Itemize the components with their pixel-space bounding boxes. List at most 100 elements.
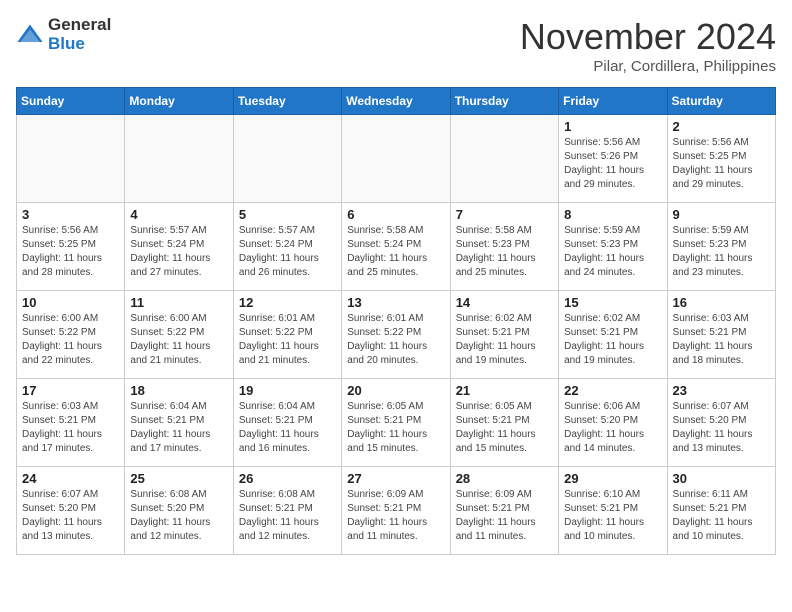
logo-text: General Blue — [48, 16, 111, 53]
calendar-cell: 5 Sunrise: 5:57 AM Sunset: 5:24 PM Daylig… — [233, 203, 341, 291]
calendar-cell: 2 Sunrise: 5:56 AM Sunset: 5:25 PM Daylig… — [667, 115, 775, 203]
calendar-cell: 10Sunrise: 6:00 AM Sunset: 5:22 PM Dayli… — [17, 291, 125, 379]
day-number: 12 — [239, 295, 336, 310]
calendar-cell: 13 Sunrise: 6:01 AM Sunset: 5:22 PM Dayli… — [342, 291, 450, 379]
day-info: Sunrise: 6:10 AM Sunset: 5:21 PM Dayligh… — [564, 488, 661, 544]
calendar-cell: 16Sunrise: 6:03 AM Sunset: 5:21 PM Dayli… — [667, 291, 775, 379]
day-number: 7 — [456, 207, 553, 222]
day-number: 23 — [673, 383, 770, 398]
month-title: November 2024 — [520, 16, 776, 58]
calendar-cell: 6 Sunrise: 5:58 AM Sunset: 5:24 PM Daylig… — [342, 203, 450, 291]
day-number: 19 — [239, 383, 336, 398]
day-number: 26 — [239, 471, 336, 486]
calendar-cell — [342, 115, 450, 203]
logo-icon — [16, 21, 44, 49]
calendar-cell: 17 Sunrise: 6:03 AM Sunset: 5:21 PM Dayli… — [17, 379, 125, 467]
day-number: 27 — [347, 471, 444, 486]
calendar-cell — [233, 115, 341, 203]
day-info: Sunrise: 6:02 AM Sunset: 5:21 PM Dayligh… — [564, 312, 661, 368]
calendar-cell: 29 Sunrise: 6:10 AM Sunset: 5:21 PM Dayli… — [559, 467, 667, 555]
day-info: Sunrise: 6:07 AM Sunset: 5:20 PM Dayligh… — [22, 488, 119, 544]
calendar-week-2: 3 Sunrise: 5:56 AM Sunset: 5:25 PM Daylig… — [17, 203, 776, 291]
day-info: Sunrise: 6:06 AM Sunset: 5:20 PM Dayligh… — [564, 400, 661, 456]
day-info: Sunrise: 5:57 AM Sunset: 5:24 PM Dayligh… — [239, 224, 336, 280]
day-info: Sunrise: 5:56 AM Sunset: 5:25 PM Dayligh… — [673, 136, 770, 192]
calendar-cell: 11 Sunrise: 6:00 AM Sunset: 5:22 PM Dayli… — [125, 291, 233, 379]
calendar-cell — [450, 115, 558, 203]
logo-blue: Blue — [48, 35, 111, 54]
day-number: 4 — [130, 207, 227, 222]
day-info: Sunrise: 5:58 AM Sunset: 5:24 PM Dayligh… — [347, 224, 444, 280]
weekday-header-friday: Friday — [559, 88, 667, 115]
day-number: 3 — [22, 207, 119, 222]
calendar-cell — [125, 115, 233, 203]
header: General Blue November 2024 Pilar, Cordil… — [16, 16, 776, 75]
day-info: Sunrise: 5:56 AM Sunset: 5:26 PM Dayligh… — [564, 136, 661, 192]
calendar-cell: 30Sunrise: 6:11 AM Sunset: 5:21 PM Dayli… — [667, 467, 775, 555]
calendar-cell: 18 Sunrise: 6:04 AM Sunset: 5:21 PM Dayli… — [125, 379, 233, 467]
day-number: 2 — [673, 119, 770, 134]
day-info: Sunrise: 6:00 AM Sunset: 5:22 PM Dayligh… — [130, 312, 227, 368]
day-info: Sunrise: 6:04 AM Sunset: 5:21 PM Dayligh… — [130, 400, 227, 456]
calendar-cell — [17, 115, 125, 203]
day-info: Sunrise: 5:56 AM Sunset: 5:25 PM Dayligh… — [22, 224, 119, 280]
calendar-table: SundayMondayTuesdayWednesdayThursdayFrid… — [16, 87, 776, 555]
day-info: Sunrise: 6:02 AM Sunset: 5:21 PM Dayligh… — [456, 312, 553, 368]
calendar-week-3: 10 Sunrise: 6:00 AM Sunset: 5:22 PM Dayli… — [17, 291, 776, 379]
day-info: Sunrise: 5:59 AM Sunset: 5:23 PM Dayligh… — [564, 224, 661, 280]
day-info: Sunrise: 6:03 AM Sunset: 5:21 PM Dayligh… — [22, 400, 119, 456]
calendar-cell: 4 Sunrise: 5:57 AM Sunset: 5:24 PM Daylig… — [125, 203, 233, 291]
day-info: Sunrise: 6:07 AM Sunset: 5:20 PM Dayligh… — [673, 400, 770, 456]
calendar-cell: 14Sunrise: 6:02 AM Sunset: 5:21 PM Dayli… — [450, 291, 558, 379]
day-info: Sunrise: 5:58 AM Sunset: 5:23 PM Dayligh… — [456, 224, 553, 280]
calendar-cell: 21Sunrise: 6:05 AM Sunset: 5:21 PM Dayli… — [450, 379, 558, 467]
weekday-header-thursday: Thursday — [450, 88, 558, 115]
calendar-cell: 8 Sunrise: 5:59 AM Sunset: 5:23 PM Daylig… — [559, 203, 667, 291]
weekday-header-row: SundayMondayTuesdayWednesdayThursdayFrid… — [17, 88, 776, 115]
calendar-week-4: 17 Sunrise: 6:03 AM Sunset: 5:21 PM Dayli… — [17, 379, 776, 467]
day-info: Sunrise: 6:04 AM Sunset: 5:21 PM Dayligh… — [239, 400, 336, 456]
calendar-cell: 26 Sunrise: 6:08 AM Sunset: 5:21 PM Dayli… — [233, 467, 341, 555]
day-number: 28 — [456, 471, 553, 486]
calendar-cell: 22 Sunrise: 6:06 AM Sunset: 5:20 PM Dayli… — [559, 379, 667, 467]
day-number: 1 — [564, 119, 661, 134]
weekday-header-wednesday: Wednesday — [342, 88, 450, 115]
logo: General Blue — [16, 16, 111, 53]
day-number: 21 — [456, 383, 553, 398]
day-number: 22 — [564, 383, 661, 398]
day-number: 5 — [239, 207, 336, 222]
day-number: 29 — [564, 471, 661, 486]
weekday-header-sunday: Sunday — [17, 88, 125, 115]
day-info: Sunrise: 5:57 AM Sunset: 5:24 PM Dayligh… — [130, 224, 227, 280]
day-number: 10 — [22, 295, 119, 310]
day-number: 17 — [22, 383, 119, 398]
calendar-cell: 9Sunrise: 5:59 AM Sunset: 5:23 PM Daylig… — [667, 203, 775, 291]
day-number: 30 — [673, 471, 770, 486]
weekday-header-monday: Monday — [125, 88, 233, 115]
day-number: 11 — [130, 295, 227, 310]
day-number: 25 — [130, 471, 227, 486]
calendar-cell: 1 Sunrise: 5:56 AM Sunset: 5:26 PM Daylig… — [559, 115, 667, 203]
calendar-week-5: 24 Sunrise: 6:07 AM Sunset: 5:20 PM Dayli… — [17, 467, 776, 555]
day-info: Sunrise: 6:08 AM Sunset: 5:21 PM Dayligh… — [239, 488, 336, 544]
day-number: 18 — [130, 383, 227, 398]
day-info: Sunrise: 6:09 AM Sunset: 5:21 PM Dayligh… — [456, 488, 553, 544]
calendar-cell: 7 Sunrise: 5:58 AM Sunset: 5:23 PM Daylig… — [450, 203, 558, 291]
day-number: 6 — [347, 207, 444, 222]
calendar-week-1: 1 Sunrise: 5:56 AM Sunset: 5:26 PM Daylig… — [17, 115, 776, 203]
calendar-cell: 12Sunrise: 6:01 AM Sunset: 5:22 PM Dayli… — [233, 291, 341, 379]
day-info: Sunrise: 6:05 AM Sunset: 5:21 PM Dayligh… — [347, 400, 444, 456]
calendar-cell: 23 Sunrise: 6:07 AM Sunset: 5:20 PM Dayli… — [667, 379, 775, 467]
weekday-header-tuesday: Tuesday — [233, 88, 341, 115]
day-number: 8 — [564, 207, 661, 222]
logo-general: General — [48, 16, 111, 35]
day-number: 24 — [22, 471, 119, 486]
calendar-cell: 19 Sunrise: 6:04 AM Sunset: 5:21 PM Dayli… — [233, 379, 341, 467]
day-info: Sunrise: 6:01 AM Sunset: 5:22 PM Dayligh… — [347, 312, 444, 368]
calendar-cell: 27Sunrise: 6:09 AM Sunset: 5:21 PM Dayli… — [342, 467, 450, 555]
calendar-cell: 25 Sunrise: 6:08 AM Sunset: 5:20 PM Dayli… — [125, 467, 233, 555]
day-number: 13 — [347, 295, 444, 310]
day-info: Sunrise: 6:08 AM Sunset: 5:20 PM Dayligh… — [130, 488, 227, 544]
location: Pilar, Cordillera, Philippines — [520, 58, 776, 75]
calendar-cell: 24 Sunrise: 6:07 AM Sunset: 5:20 PM Dayli… — [17, 467, 125, 555]
